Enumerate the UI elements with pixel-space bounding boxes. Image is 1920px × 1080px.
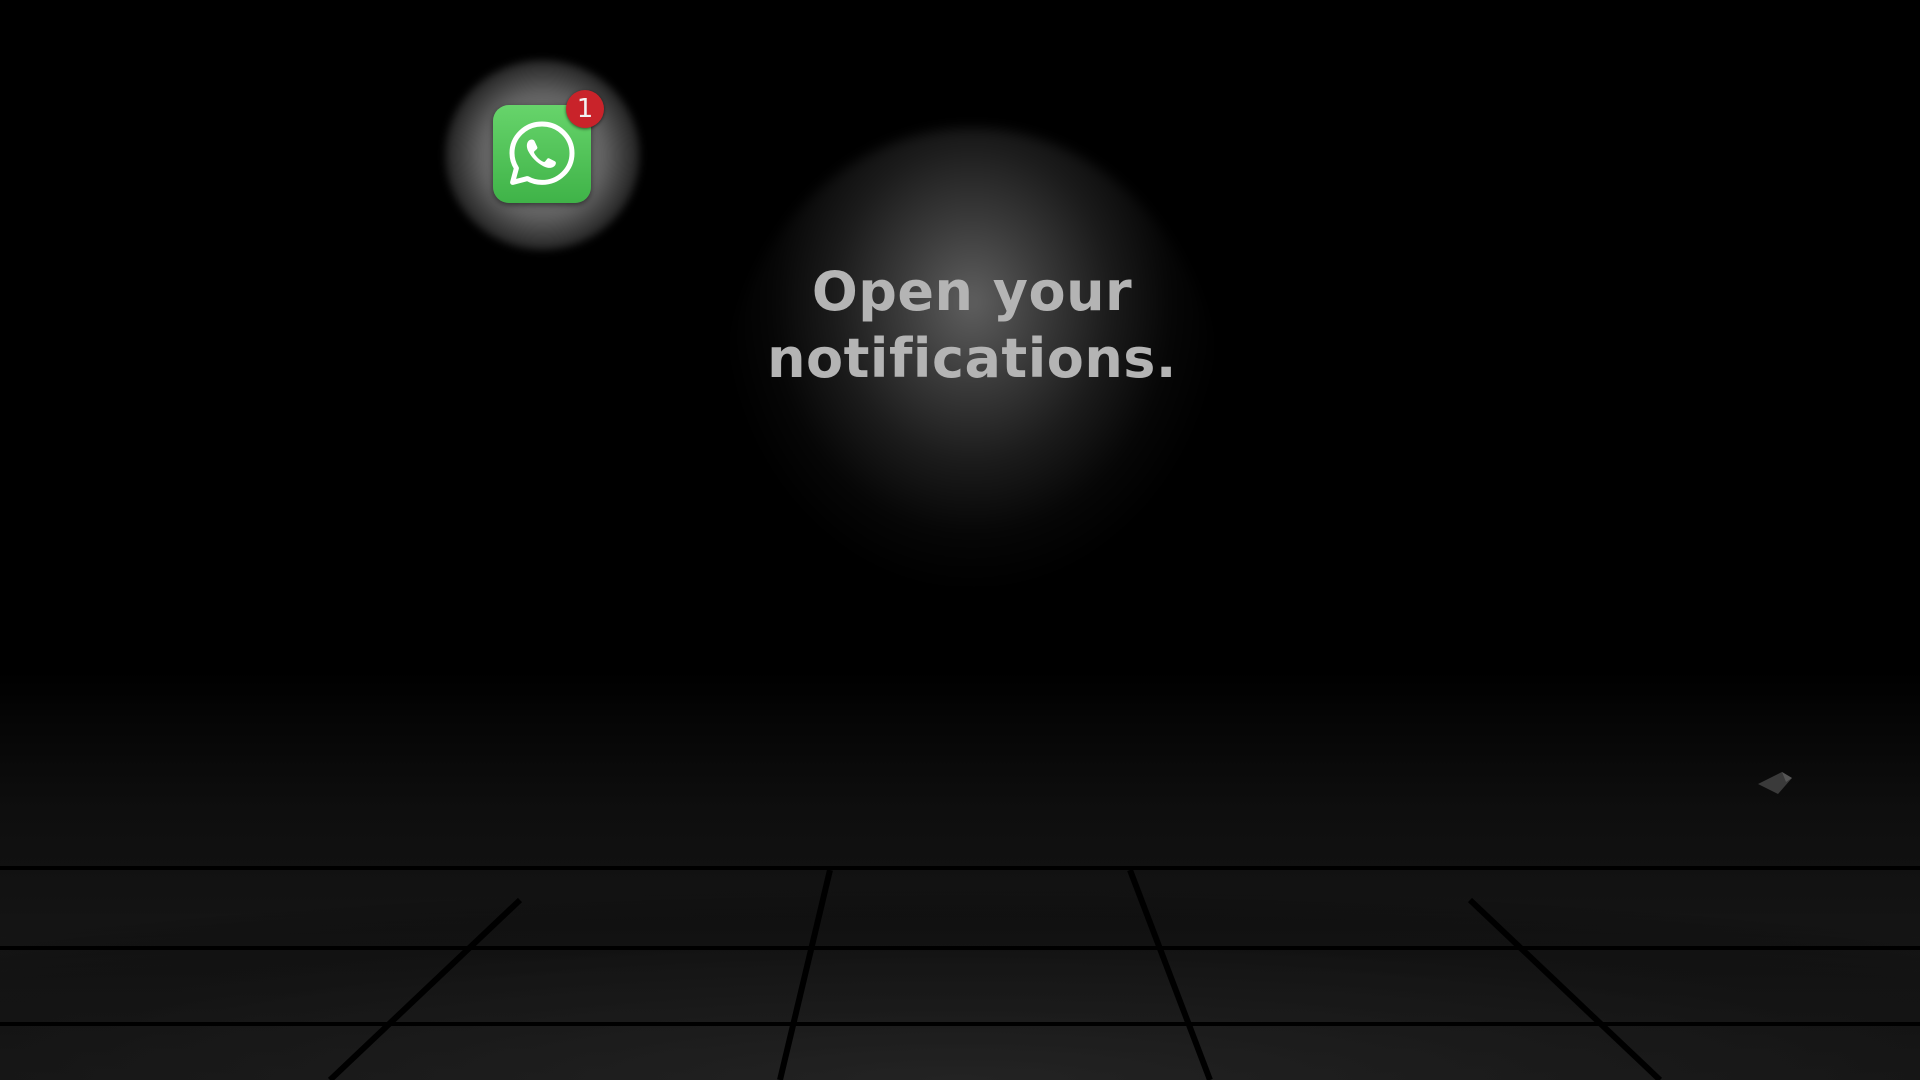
whatsapp-icon: [509, 121, 575, 185]
prompt-line-1: Open your: [811, 260, 1133, 323]
spotlight-glow: [722, 128, 1222, 708]
notification-badge: 1: [566, 90, 604, 128]
notification-prompt: Open your notifications.: [722, 258, 1222, 392]
game-scene: Open your notifications. 1: [0, 0, 1920, 1080]
prompt-line-2: notifications.: [767, 327, 1177, 390]
floor-debris: [1758, 772, 1792, 794]
